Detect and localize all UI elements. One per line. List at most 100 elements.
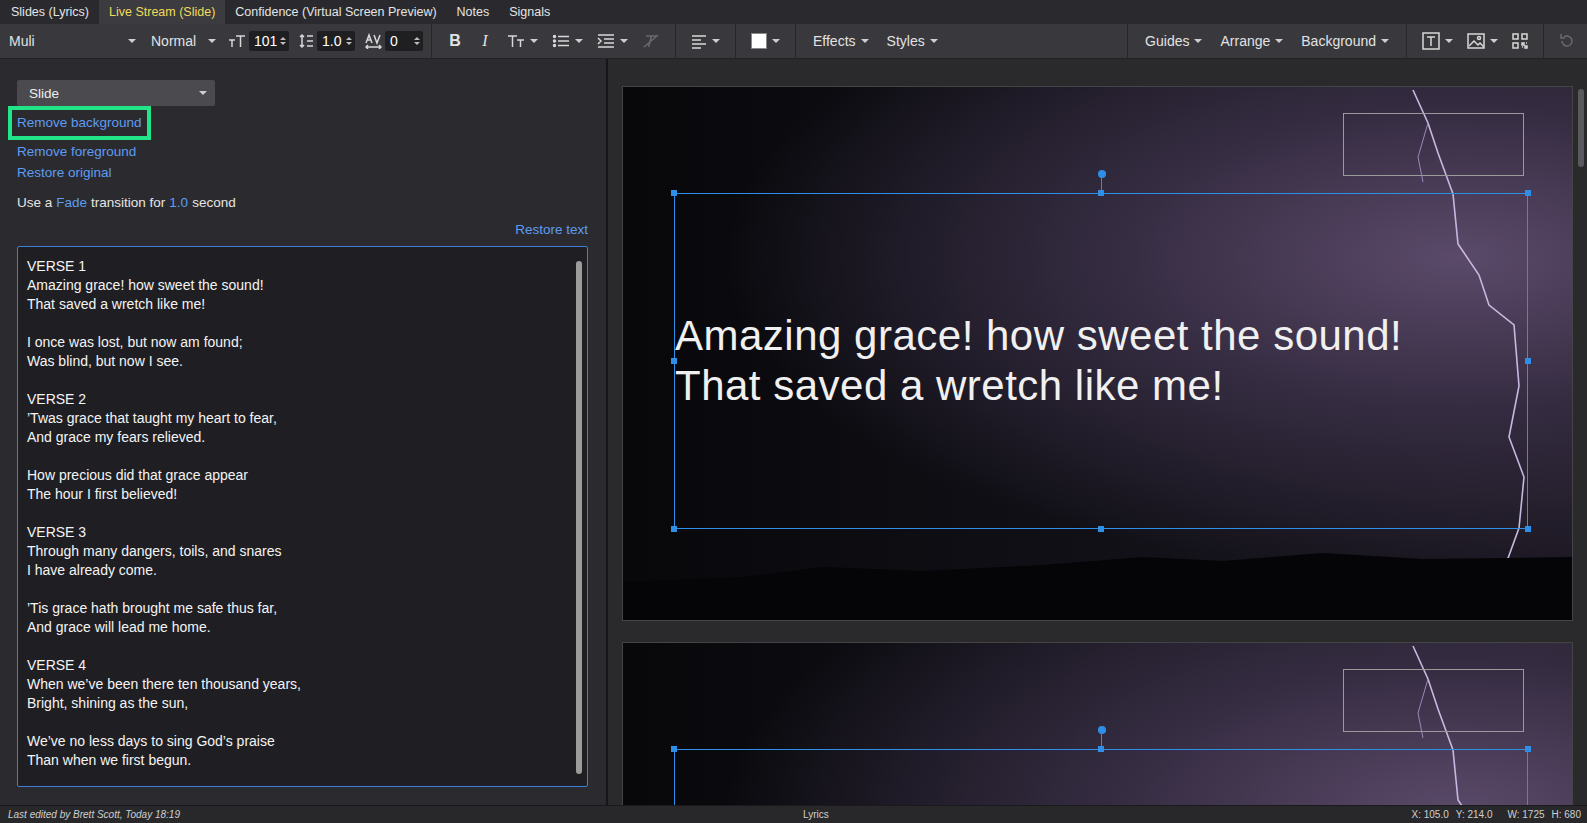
layer-value[interactable]: Slide: [29, 86, 59, 101]
lyrics-line[interactable]: We’ve no less days to sing God’s praise: [27, 732, 567, 751]
lyrics-line[interactable]: ’Tis grace hath brought me safe thus far…: [27, 599, 567, 618]
tab[interactable]: Confidence (Virtual Screen Preview): [225, 0, 446, 24]
tab-label[interactable]: Live Stream (Slide): [109, 5, 215, 19]
text-box[interactable]: [674, 749, 1528, 805]
scrollbar-thumb[interactable]: [1578, 89, 1584, 167]
resize-handle[interactable]: [1525, 746, 1531, 752]
lyrics-line[interactable]: How precious did that grace appear: [27, 466, 567, 485]
restore-text-link[interactable]: Restore text: [515, 220, 588, 240]
lyrics-line[interactable]: Amazing grace! how sweet the sound!: [27, 276, 567, 295]
action-link[interactable]: Remove background: [17, 115, 142, 131]
line-height-input[interactable]: 1.0: [317, 31, 355, 51]
preview-scrollbar[interactable]: [1575, 59, 1587, 805]
lyrics-line[interactable]: I once was lost, but now am found;: [27, 333, 567, 352]
transition-duration-link[interactable]: 1.0: [169, 193, 188, 213]
resize-handle[interactable]: [671, 358, 677, 364]
toolbar-menu[interactable]: Guides: [1136, 24, 1211, 58]
lyrics-line[interactable]: VERSE 4: [27, 656, 567, 675]
bold-label[interactable]: B: [449, 32, 461, 50]
tab-label[interactable]: Notes: [457, 5, 490, 19]
menu-label[interactable]: Effects: [813, 33, 856, 49]
spinner-icon[interactable]: [280, 37, 286, 45]
spin-up-icon[interactable]: [280, 37, 286, 40]
text-color-button[interactable]: [744, 24, 787, 58]
lyrics-line[interactable]: VERSE 2: [27, 390, 567, 409]
lyrics-line[interactable]: ’Twas grace that taught my heart to fear…: [27, 409, 567, 428]
lyrics-scrollbar[interactable]: [576, 261, 582, 774]
lyrics-line[interactable]: VERSE 1: [27, 257, 567, 276]
resize-handle[interactable]: [1098, 526, 1104, 532]
font-weight-value[interactable]: Normal: [151, 33, 196, 49]
resize-handle[interactable]: [1525, 358, 1531, 364]
lyrics-line[interactable]: And grace will lead me home.: [27, 618, 567, 637]
italic-button[interactable]: I: [470, 24, 500, 58]
placeholder-frame[interactable]: [1343, 113, 1524, 176]
line-height-value[interactable]: 1.0: [322, 33, 341, 49]
action-link[interactable]: Restore original: [17, 165, 112, 181]
layer-dropdown[interactable]: Slide: [17, 80, 215, 106]
font-family-dropdown[interactable]: Muli: [0, 24, 142, 58]
align-button[interactable]: [684, 24, 727, 58]
menu-label[interactable]: Guides: [1145, 33, 1189, 49]
resize-handle[interactable]: [1525, 526, 1531, 532]
letter-spacing-input[interactable]: 0: [385, 31, 423, 51]
font-size-input[interactable]: 101: [249, 31, 289, 51]
action-link[interactable]: Remove foreground: [17, 144, 136, 160]
list-button[interactable]: [545, 24, 590, 58]
lyrics-line[interactable]: When we’ve been there ten thousand years…: [27, 675, 567, 694]
text-color-swatch[interactable]: [751, 33, 767, 49]
spinner-icon[interactable]: [414, 37, 420, 45]
text-box[interactable]: Amazing grace! how sweet the sound!That …: [674, 193, 1528, 529]
resize-handle[interactable]: [671, 526, 677, 532]
slide-text-line[interactable]: That saved a wretch like me!: [675, 361, 1527, 411]
tab[interactable]: Signals: [499, 0, 560, 24]
font-size-value[interactable]: 101: [254, 33, 277, 49]
menu-label[interactable]: Styles: [887, 33, 925, 49]
italic-label[interactable]: I: [482, 32, 487, 50]
slide-canvas[interactable]: Amazing grace! how sweet the sound!That …: [622, 86, 1573, 621]
lyrics-editor[interactable]: VERSE 1Amazing grace! how sweet the soun…: [18, 247, 576, 786]
tab[interactable]: Slides (Lyrics): [1, 0, 99, 24]
lyrics-line[interactable]: I have already come.: [27, 561, 567, 580]
spin-up-icon[interactable]: [346, 37, 352, 40]
indent-button[interactable]: [590, 24, 635, 58]
spin-down-icon[interactable]: [280, 42, 286, 45]
slide-canvas[interactable]: [622, 642, 1573, 805]
lyrics-line[interactable]: That saved a wretch like me!: [27, 295, 567, 314]
spin-down-icon[interactable]: [414, 42, 420, 45]
spin-up-icon[interactable]: [414, 37, 420, 40]
resize-handle[interactable]: [671, 746, 677, 752]
menu-label[interactable]: Background: [1301, 33, 1376, 49]
font-family-value[interactable]: Muli: [9, 33, 35, 49]
tab-label[interactable]: Slides (Lyrics): [11, 5, 89, 19]
spinner-icon[interactable]: [346, 37, 352, 45]
tab-label[interactable]: Confidence (Virtual Screen Preview): [235, 5, 436, 19]
tab-label[interactable]: Signals: [509, 5, 550, 19]
lyrics-line[interactable]: Than when we first begun.: [27, 751, 567, 770]
toolbar-menu[interactable]: Styles: [878, 24, 947, 58]
lyrics-line[interactable]: Through many dangers, toils, and snares: [27, 542, 567, 561]
text-box-button[interactable]: [1415, 24, 1460, 58]
bold-button[interactable]: B: [440, 24, 470, 58]
placeholder-frame[interactable]: [1343, 669, 1524, 732]
lyrics-line[interactable]: Bright, shining as the sun,: [27, 694, 567, 713]
lyrics-line[interactable]: VERSE 3: [27, 523, 567, 542]
lyrics-textarea[interactable]: VERSE 1Amazing grace! how sweet the soun…: [17, 246, 588, 787]
resize-handle[interactable]: [1525, 190, 1531, 196]
font-weight-dropdown[interactable]: Normal: [142, 24, 222, 58]
rotate-handle[interactable]: [1098, 170, 1106, 178]
image-button[interactable]: [1460, 24, 1505, 58]
slide-text-line[interactable]: Amazing grace! how sweet the sound!: [675, 311, 1527, 361]
lyrics-line[interactable]: And grace my fears relieved.: [27, 428, 567, 447]
lyrics-line[interactable]: Was blind, but now I see.: [27, 352, 567, 371]
toolbar-menu[interactable]: Background: [1292, 24, 1398, 58]
letter-spacing-value[interactable]: 0: [390, 33, 398, 49]
qr-code-button[interactable]: [1505, 24, 1535, 58]
toolbar-menu[interactable]: Effects: [804, 24, 878, 58]
rotate-handle[interactable]: [1098, 726, 1106, 734]
lyrics-line[interactable]: The hour I first believed!: [27, 485, 567, 504]
toolbar-menu[interactable]: Arrange: [1211, 24, 1292, 58]
tab[interactable]: Notes: [447, 0, 500, 24]
text-case-button[interactable]: [500, 24, 545, 58]
transition-effect-link[interactable]: Fade: [56, 193, 87, 213]
